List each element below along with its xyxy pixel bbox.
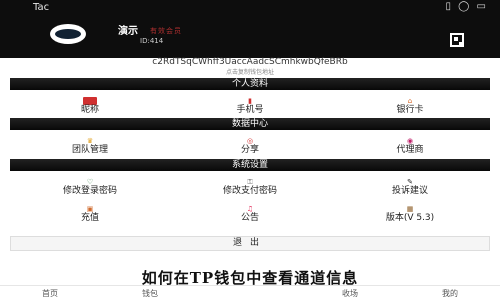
- logout-button[interactable]: 退出: [10, 236, 490, 251]
- pen-icon: ✎: [407, 178, 413, 186]
- menu-label: 修改登录密码: [62, 186, 117, 196]
- profile-name: 演示: [118, 26, 138, 37]
- nav-market[interactable]: 收场: [320, 286, 380, 301]
- menu-item-version[interactable]: ▦ 版本(V 5.3): [340, 205, 480, 224]
- menu-label: 团队管理: [71, 145, 108, 155]
- bottom-nav: 首页 钱包 收场 我的: [0, 285, 500, 301]
- profile-id: ID:414: [140, 37, 164, 45]
- avatar-image: [55, 29, 81, 39]
- nav-home[interactable]: 首页: [20, 286, 80, 301]
- app-title: Tac: [33, 2, 50, 13]
- nav-mine[interactable]: 我的: [420, 286, 480, 301]
- member-badge: 有效会员: [150, 27, 182, 35]
- overlay-caption: 如何在TP钱包中查看通道信息: [141, 269, 359, 287]
- status-icons: ▯ ◯ ▭: [445, 1, 488, 12]
- menu-item-agent[interactable]: ◉ 代理商: [340, 137, 480, 156]
- key-icon: ⚿: [247, 178, 253, 186]
- section-settings: 系统设置: [10, 159, 490, 171]
- agent-icon: ◉: [406, 137, 414, 145]
- menu-item-share[interactable]: ◎ 分享: [180, 137, 320, 156]
- package-icon: ▦: [406, 205, 414, 213]
- id-card-icon: [83, 97, 97, 105]
- menu-item-login-password[interactable]: ♡ 修改登录密码: [20, 178, 160, 197]
- menu-label: 公告: [240, 213, 259, 223]
- qr-code-icon[interactable]: [450, 33, 464, 47]
- nav-wallet[interactable]: 钱包: [120, 286, 180, 301]
- menu-label: 修改支付密码: [222, 186, 277, 196]
- menu-label: 投诉建议: [391, 186, 428, 196]
- wallet-address[interactable]: c2RdTSqCWhff3UaccAadcSCmhkwbQfeBRb: [0, 57, 500, 67]
- menu-label: 手机号: [236, 105, 264, 115]
- crown-icon: ♛: [86, 137, 94, 145]
- menu-item-recharge[interactable]: ▣ 充值: [20, 205, 160, 224]
- shield-icon: ♡: [86, 178, 94, 186]
- bank-icon: ⌂: [407, 97, 413, 105]
- copy-address-hint[interactable]: 点击复制钱包地址: [0, 67, 500, 76]
- wallet-icon: ▣: [86, 205, 94, 213]
- section-data-center: 数据中心: [10, 118, 490, 130]
- menu-label: 分享: [240, 145, 259, 155]
- profile-header: Tac ▯ ◯ ▭ 演示 有效会员 ID:414: [0, 0, 500, 58]
- menu-label: 银行卡: [396, 105, 424, 115]
- menu-item-notice[interactable]: ♫ 公告: [180, 205, 320, 224]
- menu-item-nickname[interactable]: 昵称: [20, 97, 160, 116]
- menu-item-team[interactable]: ♛ 团队管理: [20, 137, 160, 156]
- bell-icon: ♫: [246, 205, 254, 213]
- share-icon: ◎: [246, 137, 254, 145]
- menu-label: 充值: [80, 213, 99, 223]
- menu-label: 昵称: [80, 105, 99, 115]
- menu-item-phone[interactable]: ▮ 手机号: [180, 97, 320, 116]
- menu-item-feedback[interactable]: ✎ 投诉建议: [340, 178, 480, 197]
- menu-label: 版本(V 5.3): [385, 213, 435, 223]
- menu-item-pay-password[interactable]: ⚿ 修改支付密码: [180, 178, 320, 197]
- avatar[interactable]: [50, 24, 86, 44]
- menu-item-bank-card[interactable]: ⌂ 银行卡: [340, 97, 480, 116]
- section-personal: 个人资料: [10, 78, 490, 90]
- phone-icon: ▮: [248, 97, 252, 105]
- menu-label: 代理商: [396, 145, 424, 155]
